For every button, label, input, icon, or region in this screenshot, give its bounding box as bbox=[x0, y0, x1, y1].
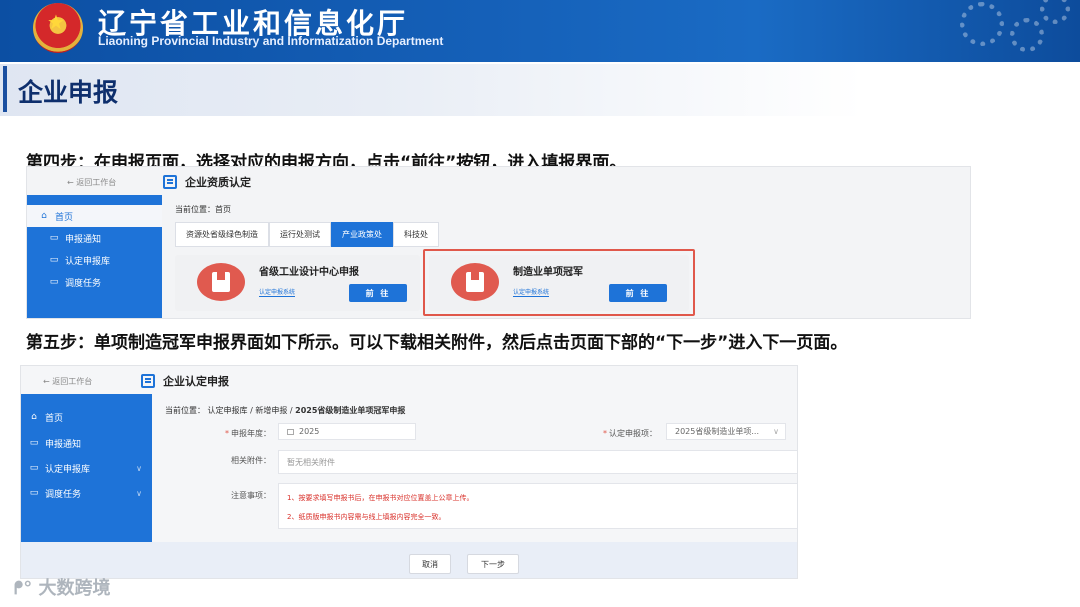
tasks-icon: ▭ bbox=[29, 488, 39, 498]
chevron-down-icon: ∨ bbox=[136, 463, 142, 473]
chevron-down-icon: ∨ bbox=[136, 488, 142, 498]
page-title: 企业认定申报 bbox=[141, 373, 229, 389]
breadcrumb-new[interactable]: 新增申报 bbox=[255, 406, 287, 415]
watermark-text: 大数跨境 bbox=[38, 578, 111, 599]
category-tabs: 资源处省级绿色制造 运行处测试 产业政策处 科技处 bbox=[175, 222, 439, 247]
application-item-select[interactable]: 2025省级制造业单项... ∨ bbox=[666, 423, 786, 440]
sidebar-item-notice[interactable]: ▭ 申报通知 bbox=[21, 432, 152, 454]
slide: ★ 辽宁省工业和信息化厅 Liaoning Provincial Industr… bbox=[0, 0, 1080, 607]
sidebar-item-home[interactable]: ⌂ 首页 bbox=[21, 406, 152, 428]
list-icon bbox=[141, 374, 155, 388]
sidebar-item-label: 认定申报库 bbox=[65, 256, 111, 267]
card-title: 省级工业设计中心申报 bbox=[259, 267, 359, 278]
back-to-workbench-link[interactable]: ← 返回工作台 bbox=[67, 177, 116, 188]
breadcrumb-library[interactable]: 认定申报库 bbox=[208, 406, 248, 415]
library-icon: ▭ bbox=[49, 255, 59, 265]
page-title: 企业资质认定 bbox=[163, 174, 251, 190]
sidebar-item-tasks[interactable]: ▭ 调度任务 bbox=[27, 271, 162, 293]
sidebar-item-label: 首页 bbox=[55, 212, 74, 223]
cancel-button[interactable]: 取消 bbox=[409, 554, 451, 574]
banner-subtitle: Liaoning Provincial Industry and Informa… bbox=[98, 34, 444, 48]
notes-box: 1、按要求填写申报书后，在申报书对应位置盖上公章上传。 2、纸质版申报书内容需与… bbox=[278, 483, 797, 529]
gear-decoration-icon bbox=[960, 2, 1004, 46]
watermark: ᖰ° 大数跨境 bbox=[14, 574, 111, 600]
year-picker[interactable]: 2025 bbox=[278, 423, 416, 440]
breadcrumb: 当前位置：首页 bbox=[175, 205, 231, 214]
sidebar-item-library[interactable]: ▭ 认定申报库 bbox=[27, 249, 162, 271]
tab-industrial-policy[interactable]: 产业政策处 bbox=[331, 222, 393, 247]
gear-decoration-icon bbox=[1010, 18, 1044, 52]
next-step-button[interactable]: 下一步 bbox=[467, 554, 519, 574]
back-to-workbench-link[interactable]: ← 返回工作台 bbox=[43, 376, 92, 387]
tab-technology[interactable]: 科技处 bbox=[393, 222, 439, 247]
note-line: 1、按要求填写申报书后，在申报书对应位置盖上公章上传。 bbox=[287, 494, 474, 502]
item-value: 2025省级制造业单项... bbox=[675, 427, 759, 436]
card-system-link[interactable]: 认定申报系统 bbox=[513, 287, 550, 297]
item-label: * 认定申报项： bbox=[603, 429, 657, 438]
breadcrumb-current: 2025省级制造业单项冠军申报 bbox=[295, 406, 406, 415]
document-icon bbox=[197, 263, 245, 301]
calendar-icon bbox=[287, 428, 294, 435]
chevron-down-icon: ∨ bbox=[773, 427, 779, 436]
breadcrumb-prefix: 当前位置： bbox=[165, 406, 205, 415]
national-emblem-icon: ★ bbox=[33, 3, 83, 53]
screenshot-qualification: ← 返回工作台 企业资质认定 ⌂ 首页 ▭ 申报通知 ▭ 认定申报库 ▭ 调度任务 当前… bbox=[26, 166, 971, 319]
home-icon: ⌂ bbox=[41, 211, 47, 221]
sidebar-item-tasks[interactable]: ▭ 调度任务 ∨ bbox=[21, 482, 152, 504]
page-title-text: 企业资质认定 bbox=[185, 176, 251, 189]
sidebar-item-label: 调度任务 bbox=[65, 278, 102, 289]
breadcrumb: 当前位置： 认定申报库 / 新增申报 / 2025省级制造业单项冠军申报 bbox=[165, 405, 405, 416]
section-accent-bar bbox=[3, 66, 7, 112]
document-icon bbox=[451, 263, 499, 301]
list-icon bbox=[163, 175, 177, 189]
attachment-label: 相关附件： bbox=[231, 456, 271, 465]
notice-icon: ▭ bbox=[29, 438, 39, 448]
screenshot-application-form: ← 返回工作台 企业认定申报 ⌂ 首页 ▭ 申报通知 ▭ 认定申报库 ∨ ▭ 调度任务 … bbox=[20, 365, 798, 579]
library-icon: ▭ bbox=[29, 463, 39, 473]
sidebar-item-home[interactable]: ⌂ 首页 bbox=[27, 205, 162, 227]
header-banner: ★ 辽宁省工业和信息化厅 Liaoning Provincial Industr… bbox=[0, 0, 1080, 62]
card-system-link[interactable]: 认定申报系统 bbox=[259, 287, 296, 297]
tasks-icon: ▭ bbox=[49, 277, 59, 287]
note-line: 2、纸质版申报书内容需与线上填报内容完全一致。 bbox=[287, 513, 446, 521]
sidebar-item-label: 申报通知 bbox=[65, 234, 102, 245]
sidebar-item-label: 首页 bbox=[45, 413, 64, 424]
sidebar-item-notice[interactable]: ▭ 申报通知 bbox=[27, 227, 162, 249]
go-button[interactable]: 前 往 bbox=[609, 284, 667, 302]
home-icon: ⌂ bbox=[31, 412, 37, 422]
go-button[interactable]: 前 往 bbox=[349, 284, 407, 302]
section-title: 企业申报 bbox=[18, 78, 119, 107]
form-footer: 取消 下一步 bbox=[21, 542, 797, 578]
step-five-text: 第五步：单项制造冠军申报界面如下所示。可以下载相关附件，然后点击页面下部的“下一… bbox=[26, 333, 848, 353]
tab-operations-test[interactable]: 运行处测试 bbox=[269, 222, 331, 247]
sidebar-item-library[interactable]: ▭ 认定申报库 ∨ bbox=[21, 457, 152, 479]
year-value: 2025 bbox=[299, 427, 320, 436]
sidebar-item-label: 认定申报库 bbox=[45, 464, 91, 475]
card-design-center: 省级工业设计中心申报 认定申报系统 前 往 bbox=[175, 255, 420, 311]
year-label: * 申报年度： bbox=[225, 429, 271, 438]
notes-label: 注意事项： bbox=[231, 491, 271, 500]
tab-green-manufacturing[interactable]: 资源处省级绿色制造 bbox=[175, 222, 269, 247]
section-header: 企业申报 bbox=[0, 64, 1080, 116]
card-single-champion: 制造业单项冠军 认定申报系统 前 往 bbox=[429, 255, 689, 311]
gear-decoration-icon bbox=[1040, 0, 1070, 24]
attachment-area: 暂无相关附件 bbox=[278, 450, 797, 474]
sidebar-item-label: 调度任务 bbox=[45, 489, 82, 500]
paw-logo-icon: ᖰ° bbox=[14, 578, 39, 599]
page-title-text: 企业认定申报 bbox=[163, 375, 229, 388]
sidebar: ⌂ 首页 ▭ 申报通知 ▭ 认定申报库 ∨ ▭ 调度任务 ∨ bbox=[21, 394, 152, 542]
sidebar-item-label: 申报通知 bbox=[45, 439, 82, 450]
sidebar: ⌂ 首页 ▭ 申报通知 ▭ 认定申报库 ▭ 调度任务 bbox=[27, 195, 162, 318]
notice-icon: ▭ bbox=[49, 233, 59, 243]
card-title: 制造业单项冠军 bbox=[513, 267, 583, 278]
